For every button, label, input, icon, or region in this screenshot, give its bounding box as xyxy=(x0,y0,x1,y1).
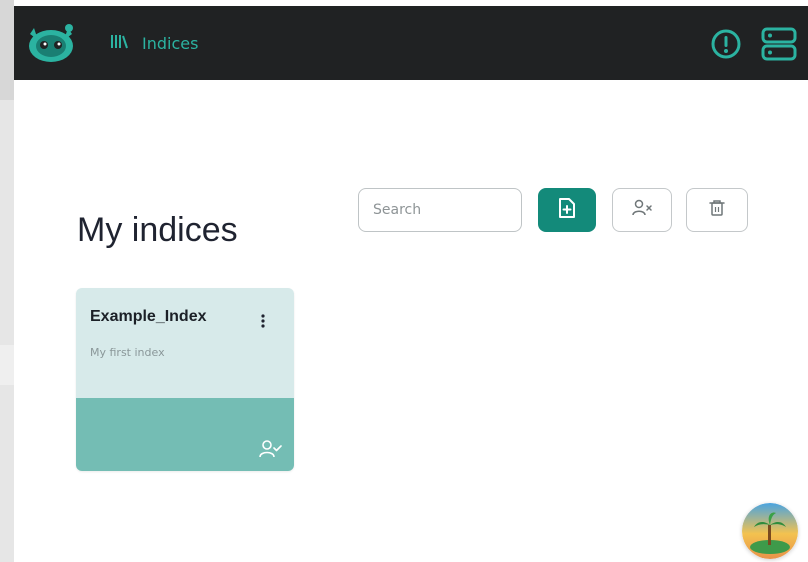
top-navbar: Indices xyxy=(14,6,808,80)
user-check-icon xyxy=(258,438,282,464)
server-icon[interactable] xyxy=(760,25,798,63)
nav-indices-label: Indices xyxy=(142,33,199,53)
island-avatar-icon[interactable] xyxy=(742,503,798,559)
add-document-icon xyxy=(557,197,577,223)
new-index-button[interactable] xyxy=(538,188,596,232)
edge-shade xyxy=(0,345,14,385)
index-name: Example_Index xyxy=(90,308,207,325)
window-edge xyxy=(0,0,14,562)
nav-indices-link[interactable]: Indices xyxy=(110,30,198,56)
more-vertical-icon[interactable] xyxy=(254,310,272,332)
search-input[interactable] xyxy=(358,188,522,232)
index-card[interactable]: Example_Index My first index xyxy=(76,288,294,471)
page-title: My indices xyxy=(77,210,238,249)
user-x-icon xyxy=(631,198,653,222)
topbar-actions xyxy=(710,20,798,68)
delete-button[interactable] xyxy=(686,188,748,232)
info-icon[interactable] xyxy=(710,28,742,60)
card-header xyxy=(76,288,294,398)
library-icon xyxy=(110,32,130,54)
logo-icon[interactable] xyxy=(24,20,78,66)
trash-icon xyxy=(708,198,726,222)
user-filter-button[interactable] xyxy=(612,188,672,232)
edge-shade xyxy=(0,0,14,100)
index-description: My first index xyxy=(90,346,165,359)
